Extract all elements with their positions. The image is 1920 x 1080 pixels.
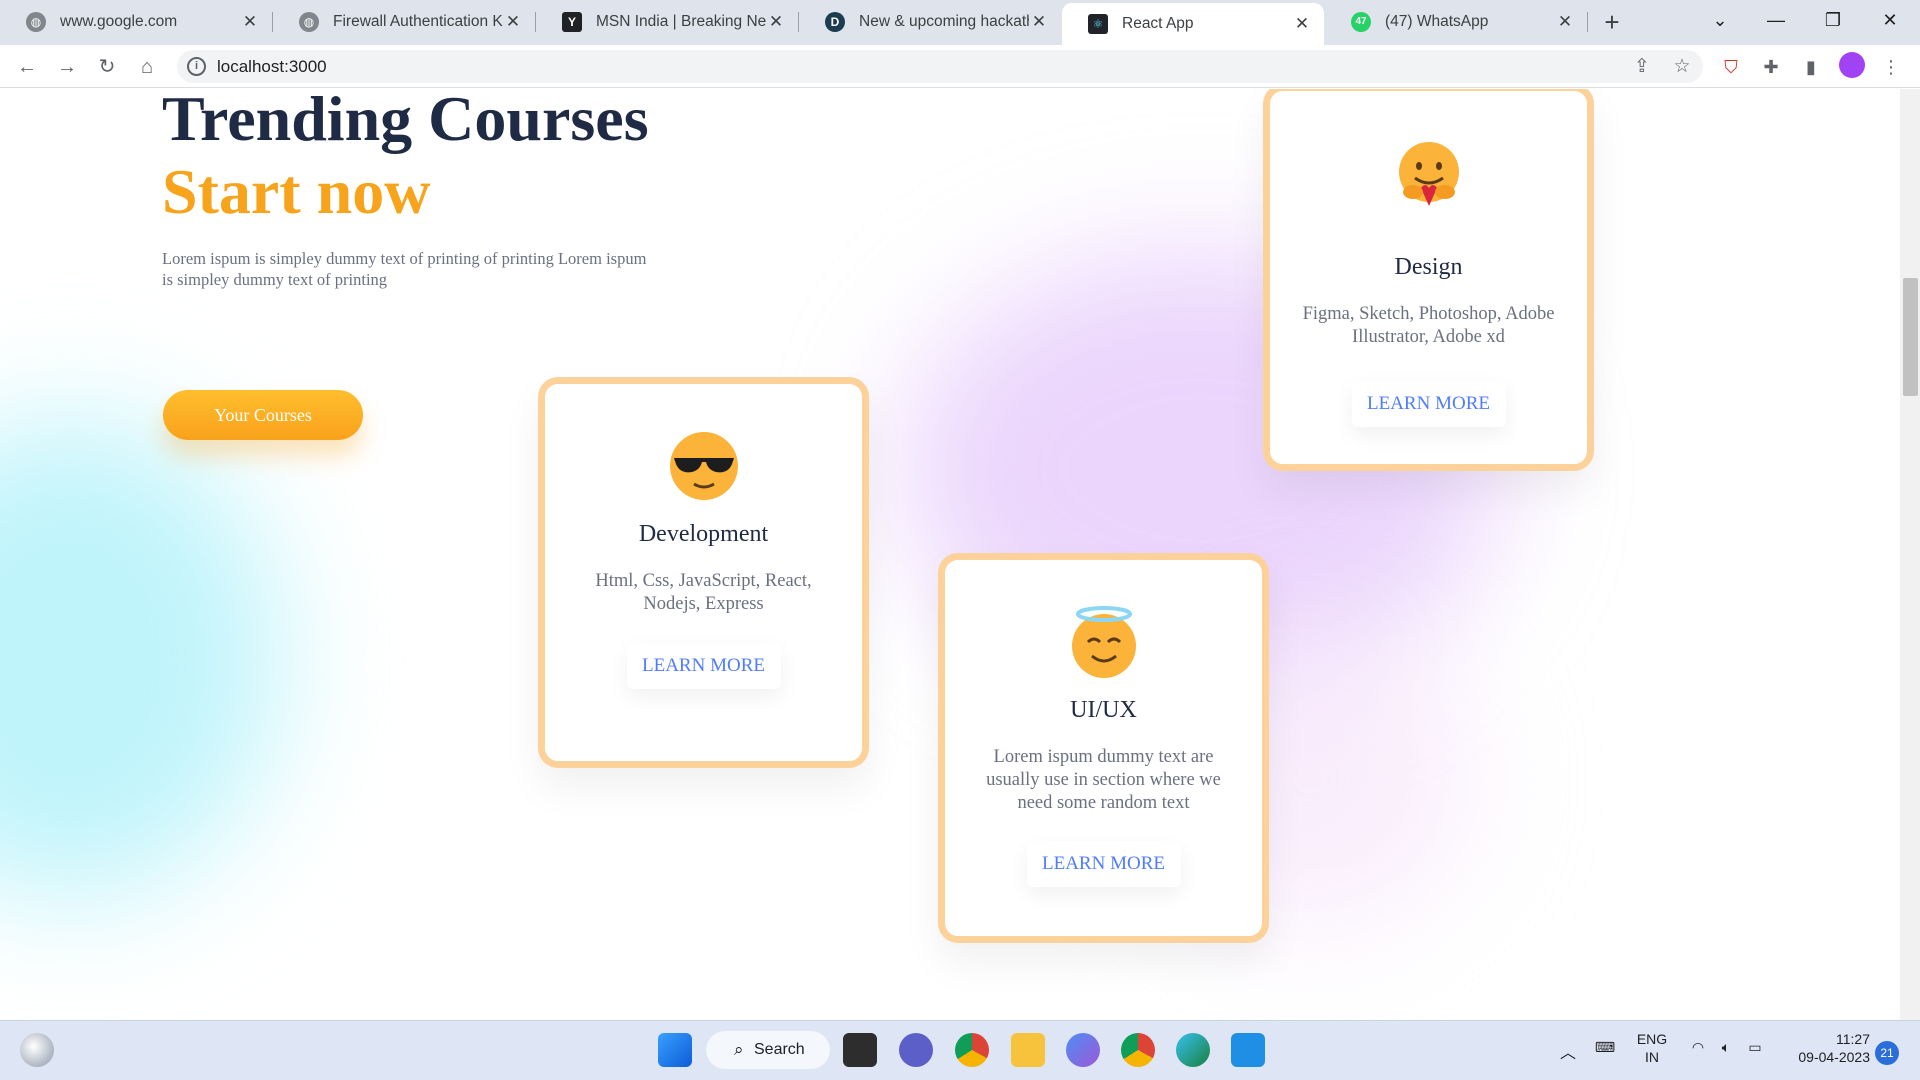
wifi-icon[interactable]: ◠ [1688, 1039, 1708, 1056]
battery-icon[interactable]: ▭ [1744, 1039, 1766, 1056]
development-card: Development Html, Css, JavaScript, React… [538, 377, 869, 768]
halo-face-icon [1066, 604, 1142, 680]
vertical-scrollbar[interactable] [1900, 89, 1920, 1020]
profile-avatar[interactable] [1839, 52, 1865, 78]
hero-description: Lorem ispum is simpley dummy text of pri… [162, 249, 647, 289]
extension-shield-icon[interactable]: ⛉ [1718, 54, 1744, 80]
chevron-up-icon[interactable]: ︿ [1558, 1039, 1578, 1063]
uiux-learn-more-button[interactable]: LEARN MORE [1026, 841, 1181, 887]
react-logo-icon: ⚛ [1088, 14, 1108, 34]
region-code: IN [1645, 1049, 1659, 1065]
close-icon[interactable]: ✕ [1292, 14, 1312, 34]
copilot-icon[interactable] [1066, 1033, 1100, 1067]
restore-icon[interactable]: ❐ [1805, 4, 1861, 36]
site-info-icon[interactable]: i [187, 57, 206, 76]
forward-arrow-icon[interactable]: → [53, 53, 81, 81]
keyboard-icon[interactable]: ⌨ [1594, 1039, 1616, 1056]
taskbar-search[interactable]: ⌕ Search [706, 1031, 830, 1069]
weather-widget-icon[interactable] [20, 1033, 54, 1067]
tab-whatsapp[interactable]: 47 (47) WhatsApp ✕ [1325, 3, 1587, 40]
reload-icon[interactable]: ↻ [93, 53, 121, 81]
tab-title: React App [1122, 15, 1194, 32]
tab-title: MSN India | Breaking News [596, 12, 766, 30]
address-bar[interactable]: i localhost:3000 ⇪ ☆ [177, 50, 1703, 83]
task-view-icon[interactable] [843, 1033, 877, 1067]
tab-search-chevron-icon[interactable]: ⌄ [1692, 4, 1748, 36]
share-icon[interactable]: ⇪ [1629, 54, 1655, 80]
hero-subtitle: Start now [162, 156, 431, 227]
clock-date: 09-04-2023 [1798, 1049, 1870, 1065]
globe-icon: ◍ [26, 11, 46, 32]
tab-react-app[interactable]: ⚛ React App ✕ [1062, 3, 1324, 45]
extensions-puzzle-icon[interactable]: ✚ [1758, 54, 1784, 80]
tab-firewall[interactable]: ◍ Firewall Authentication Keep ✕ [273, 3, 535, 40]
language-indicator[interactable]: ENG IN [1636, 1030, 1668, 1066]
vscode-icon[interactable] [1231, 1033, 1265, 1067]
windows-start-icon[interactable] [658, 1033, 692, 1067]
tab-title: New & upcoming hackathons [859, 12, 1029, 30]
scrollbar-thumb[interactable] [1903, 278, 1918, 396]
development-learn-more-button[interactable]: LEARN MORE [626, 643, 781, 689]
card-title: Design [1394, 254, 1463, 280]
bookmark-star-icon[interactable]: ☆ [1669, 54, 1695, 80]
home-icon[interactable]: ⌂ [133, 53, 161, 81]
notification-badge[interactable]: 21 [1875, 1041, 1899, 1065]
close-icon[interactable]: ✕ [240, 12, 260, 32]
tab-google[interactable]: ◍ www.google.com ✕ [0, 3, 272, 40]
language-code: ENG [1636, 1031, 1668, 1047]
search-label: Search [754, 1041, 805, 1058]
browser-toolbar: ← → ↻ ⌂ i localhost:3000 ⇪ ☆ ⛉ ✚ ▮ ⋮ [0, 45, 1920, 88]
close-icon[interactable]: ✕ [766, 12, 786, 32]
uiux-card: UI/UX Lorem ispum dummy text are usually… [938, 553, 1269, 943]
tab-title: (47) WhatsApp [1385, 12, 1489, 30]
edge-icon[interactable] [1176, 1033, 1210, 1067]
side-panel-icon[interactable]: ▮ [1798, 54, 1824, 80]
url-text[interactable]: localhost:3000 [217, 57, 327, 77]
tab-title: www.google.com [60, 12, 178, 30]
minimize-icon[interactable]: — [1748, 4, 1804, 36]
search-icon: ⌕ [734, 1040, 744, 1059]
back-arrow-icon[interactable]: ← [13, 53, 41, 81]
design-learn-more-button[interactable]: LEARN MORE [1351, 381, 1506, 427]
sunglasses-face-icon [666, 428, 742, 504]
card-title: Development [638, 521, 769, 547]
chrome-profile-icon[interactable] [1121, 1033, 1155, 1067]
card-title: UI/UX [1070, 697, 1137, 723]
chrome-icon[interactable] [955, 1033, 989, 1067]
close-icon[interactable]: ✕ [1029, 12, 1049, 32]
new-tab-icon[interactable]: + [1597, 7, 1627, 37]
window-close-icon[interactable]: ✕ [1862, 4, 1918, 36]
tab-title: Firewall Authentication Keep [333, 12, 503, 30]
file-explorer-icon[interactable] [1011, 1033, 1045, 1067]
volume-icon[interactable]: 🔈︎ [1716, 1039, 1736, 1056]
hugging-face-icon [1391, 136, 1467, 212]
tab-divider [1587, 12, 1588, 32]
close-icon[interactable]: ✕ [1555, 12, 1575, 32]
teams-chat-icon[interactable] [899, 1033, 933, 1067]
tab-hackathons[interactable]: D New & upcoming hackathons ✕ [799, 3, 1061, 40]
card-description: Html, Css, JavaScript, React, Nodejs, Ex… [595, 571, 812, 614]
clock-time: 11:27 [1836, 1031, 1870, 1047]
tab-msn[interactable]: Y MSN India | Breaking News ✕ [536, 3, 798, 40]
card-description: Figma, Sketch, Photoshop, Adobe Illustra… [1302, 304, 1555, 347]
design-card: Design Figma, Sketch, Photoshop, Adobe I… [1263, 89, 1594, 471]
devfolio-logo-icon: D [825, 11, 845, 32]
globe-icon: ◍ [299, 11, 319, 32]
clock[interactable]: 11:27 09-04-2023 [1780, 1030, 1870, 1066]
background-blob [0, 419, 280, 899]
card-description: Lorem ispum dummy text are usually use i… [986, 747, 1221, 813]
msn-logo-icon: Y [562, 11, 582, 32]
whatsapp-icon: 47 [1351, 11, 1371, 32]
menu-dots-icon[interactable]: ⋮ [1878, 54, 1904, 80]
page-content: Trending Courses Start now Lorem ispum i… [0, 89, 1900, 1019]
close-icon[interactable]: ✕ [503, 12, 523, 32]
your-courses-button[interactable]: Your Courses [163, 390, 363, 440]
windows-taskbar: ⌕ Search ︿ ⌨ ENG IN ◠ 🔈︎ ▭ 11:27 09-04-2… [0, 1020, 1920, 1080]
tab-strip: ◍ www.google.com ✕ ◍ Firewall Authentica… [0, 0, 1920, 45]
